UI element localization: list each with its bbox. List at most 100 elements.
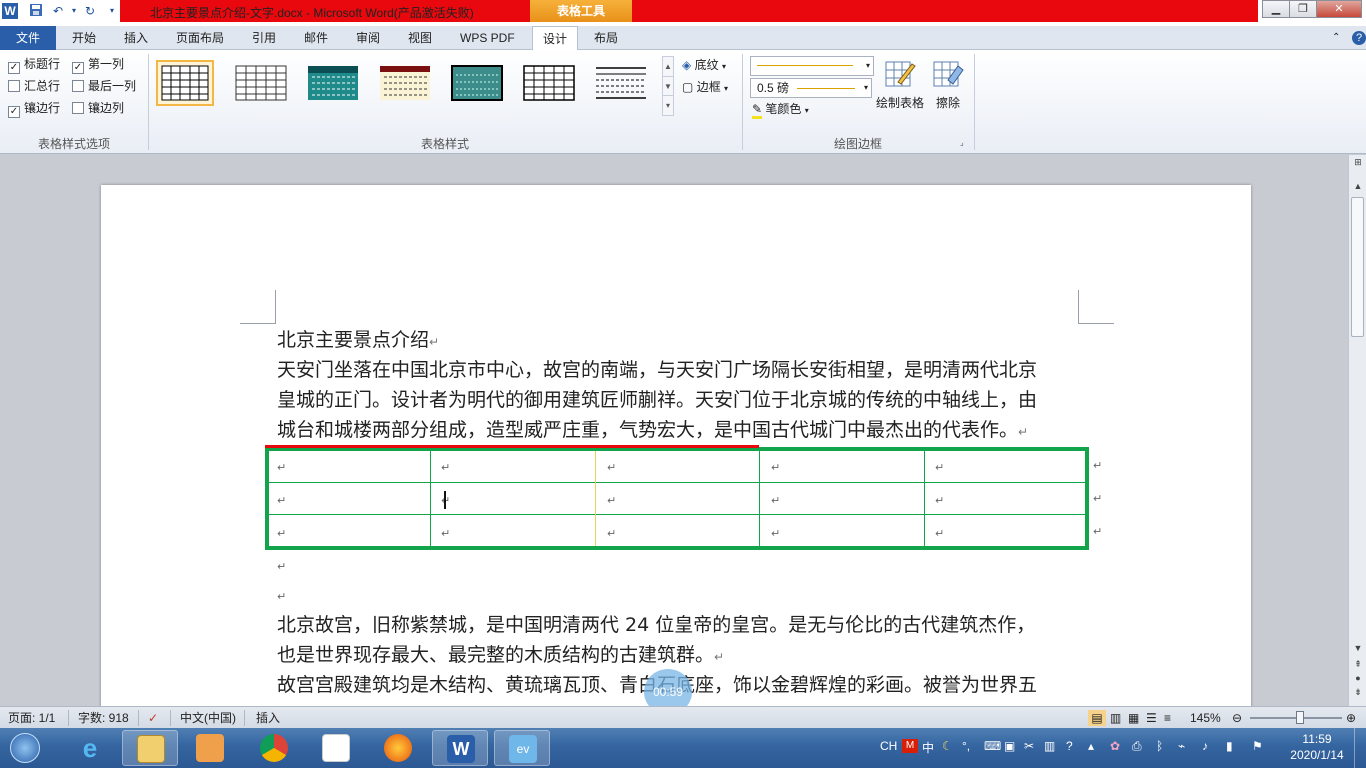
page-indicator[interactable]: 页面: 1/1 [8, 710, 55, 726]
help-icon[interactable]: ? [1342, 26, 1366, 50]
full-screen-reading-view-icon[interactable]: ▥ [1110, 710, 1121, 726]
next-page-icon[interactable]: ⇟ [1352, 687, 1364, 698]
table-style-teal[interactable] [304, 60, 362, 106]
taskbar-clock[interactable]: 11:59 2020/1/14 [1287, 731, 1347, 763]
save-icon[interactable] [28, 3, 44, 19]
table-style-plain-grid[interactable] [156, 60, 214, 106]
table-cell[interactable]: ↵ [935, 494, 944, 507]
table-cell[interactable]: ↵ [771, 527, 780, 540]
header-row-checkbox[interactable]: ✓ 标题行 [8, 56, 60, 74]
tab-wps-pdf[interactable]: WPS PDF [450, 26, 525, 50]
outline-view-icon[interactable]: ☰ [1146, 710, 1157, 726]
taskbar-media[interactable] [182, 730, 238, 766]
table-styles-scroll[interactable]: ▲ ▼ ▾ [662, 56, 674, 116]
language-indicator[interactable]: 中文(中国) [180, 710, 236, 726]
redo-icon[interactable]: ↻ [82, 3, 98, 19]
tab-insert[interactable]: 插入 [114, 26, 158, 50]
table-cell[interactable]: ↵ [277, 527, 286, 540]
taskbar-word[interactable]: W [432, 730, 488, 766]
bluetooth-icon[interactable]: ᛒ [1156, 739, 1163, 753]
paragraph-line[interactable]: 皇城的正门。设计者为明代的御用建筑匠师蒯祥。天安门位于北京城的传统的中轴线上，由 [277, 385, 1037, 415]
table-cell[interactable]: ↵ [607, 494, 616, 507]
input-method-icon[interactable]: M [902, 739, 918, 753]
minimize-button[interactable]: ▁ [1262, 0, 1290, 18]
moon-icon[interactable]: ☾ [942, 739, 953, 753]
show-desktop-button[interactable] [1354, 728, 1366, 768]
table-cell[interactable]: ↵ [441, 527, 450, 540]
table-cell[interactable]: ↵ [277, 461, 286, 474]
table-cell[interactable]: ↵ [935, 461, 944, 474]
first-column-checkbox[interactable]: ✓ 第一列 [72, 56, 124, 74]
volume-icon[interactable]: ♪ [1202, 739, 1208, 753]
table-style-lines[interactable] [592, 60, 650, 106]
tab-references[interactable]: 引用 [242, 26, 286, 50]
keyboard-icon[interactable]: ⌨ [984, 739, 1001, 753]
vertical-scrollbar[interactable]: ⊞ ▲ ▼ ⇞ ● ⇟ [1348, 155, 1366, 706]
tab-review[interactable]: 审阅 [346, 26, 390, 50]
empty-paragraph-mark[interactable]: ↵ [277, 560, 286, 573]
table-style-grid-2[interactable] [232, 60, 290, 106]
taskbar-firefox[interactable] [370, 730, 426, 766]
taskbar-explorer[interactable] [122, 730, 178, 766]
taskbar-ie[interactable]: e [62, 730, 118, 766]
total-row-checkbox[interactable]: 汇总行 [8, 78, 60, 94]
maximize-button[interactable]: ❐ [1289, 0, 1317, 18]
zoom-slider-knob[interactable] [1296, 711, 1304, 724]
document-table[interactable]: ↵ ↵ ↵ ↵ ↵ ↵ ↵ ↵ ↵ ↵ ↵ ↵ ↵ ↵ ↵ [265, 445, 1089, 550]
borders-button[interactable]: ▢ 边框 ▾ [682, 78, 728, 96]
line-style-combo[interactable]: ▾ [750, 56, 874, 76]
gallery-down-icon[interactable]: ▼ [663, 76, 673, 95]
scrollbar-thumb[interactable] [1351, 197, 1364, 337]
empty-paragraph-mark[interactable]: ↵ [277, 590, 286, 603]
table-cell[interactable]: ↵ [935, 527, 944, 540]
dialog-launcher-icon[interactable]: ⌟ [960, 138, 964, 147]
gallery-up-icon[interactable]: ▲ [663, 57, 673, 76]
draw-table-button[interactable]: 绘制表格 [874, 58, 926, 111]
proofing-icon[interactable]: ✓ [148, 710, 158, 726]
eraser-button[interactable]: 擦除 [922, 58, 974, 111]
document-heading[interactable]: 北京主要景点介绍↵ [277, 325, 439, 357]
help-tray-icon[interactable]: ? [1066, 739, 1073, 753]
chinese-mode-icon[interactable]: 中 [922, 739, 934, 756]
zoom-in-icon[interactable]: ⊕ [1346, 710, 1356, 726]
tab-mailings[interactable]: 邮件 [294, 26, 338, 50]
word-app-icon[interactable]: W [2, 3, 18, 19]
tool-icon[interactable]: ✂ [1024, 739, 1034, 753]
table-cell[interactable]: ↵ [441, 461, 450, 474]
table-style-dark-teal-grid[interactable] [448, 60, 506, 106]
table-cell[interactable]: ↵ [771, 494, 780, 507]
settings-tray-icon[interactable]: ▥ [1044, 739, 1055, 753]
start-button[interactable] [2, 730, 48, 766]
word-count[interactable]: 字数: 918 [78, 710, 129, 726]
show-hidden-icons[interactable]: ▴ [1088, 739, 1094, 753]
undo-dropdown-icon[interactable]: ▾ [66, 3, 82, 19]
table-cell[interactable]: ↵ [771, 461, 780, 474]
taskbar-ev-recorder[interactable]: ev [494, 730, 550, 766]
tab-file[interactable]: 文件 [0, 26, 56, 50]
undo-icon[interactable]: ↶ [50, 3, 66, 19]
customize-quick-access-icon[interactable]: ▾ [104, 3, 120, 19]
scroll-up-icon[interactable]: ▲ [1352, 181, 1364, 191]
zoom-level[interactable]: 145% [1190, 710, 1221, 726]
last-column-checkbox[interactable]: 最后一列 [72, 78, 136, 94]
paragraph-line[interactable]: 北京故宫，旧称紫禁城，是中国明清两代 24 位皇帝的皇宫。是无与伦比的古代建筑杰… [277, 610, 1035, 640]
tab-home[interactable]: 开始 [62, 26, 106, 50]
banded-columns-checkbox[interactable]: 镶边列 [72, 100, 124, 116]
table-style-grid-3[interactable] [520, 60, 578, 106]
flower-icon[interactable]: ✿ [1110, 739, 1120, 753]
table-style-maroon[interactable] [376, 60, 434, 106]
previous-page-icon[interactable]: ⇞ [1352, 659, 1364, 670]
tab-layout[interactable]: 布局 [584, 26, 628, 50]
punctuation-icon[interactable]: °, [962, 739, 970, 753]
tab-page-layout[interactable]: 页面布局 [166, 26, 234, 50]
draft-view-icon[interactable]: ≡ [1164, 710, 1171, 726]
banded-rows-checkbox[interactable]: ✓ 镶边行 [8, 100, 60, 118]
select-browse-object-icon[interactable]: ● [1352, 673, 1364, 683]
taskbar-baidu[interactable] [308, 730, 364, 766]
printer-icon[interactable]: ⎙ [1132, 739, 1142, 754]
tab-design[interactable]: 设计 [532, 26, 579, 51]
table-cell[interactable]: ↵ [607, 461, 616, 474]
scroll-down-icon[interactable]: ▼ [1352, 643, 1364, 653]
skin-icon[interactable]: ▣ [1004, 739, 1015, 753]
close-button[interactable]: ✕ [1316, 0, 1362, 18]
